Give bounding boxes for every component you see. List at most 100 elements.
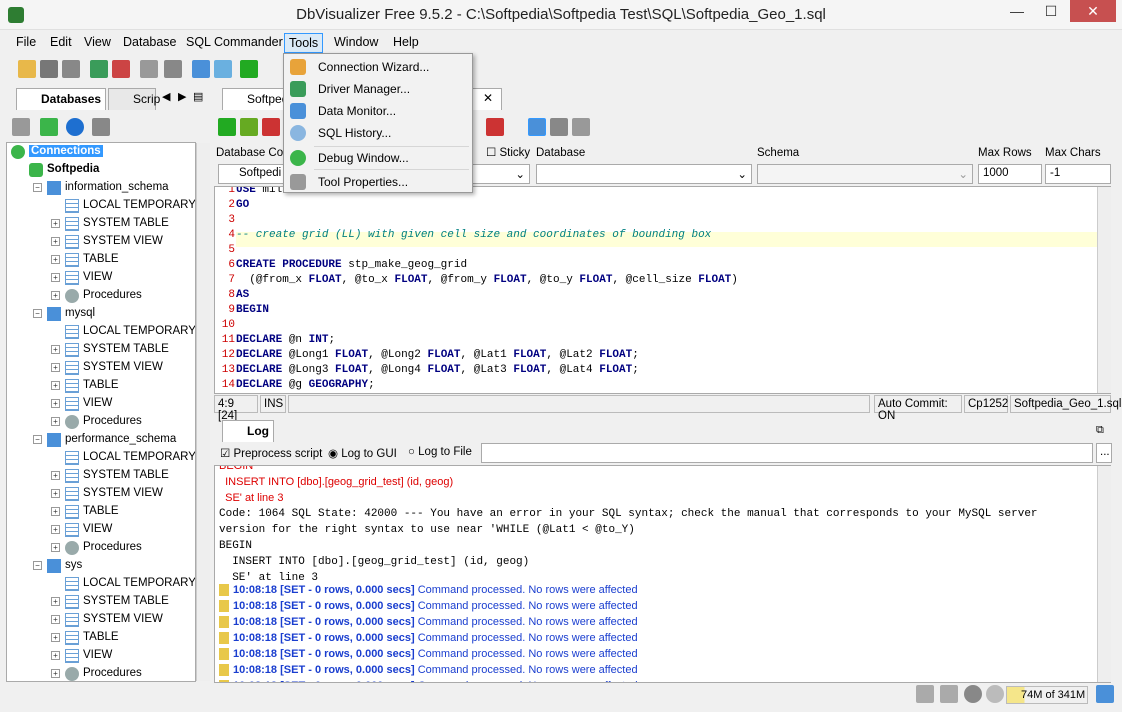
settings-icon[interactable] — [964, 685, 982, 703]
editor-scrollbar[interactable] — [1097, 187, 1111, 393]
log-line: BEGIN — [219, 540, 253, 552]
tab-scripts[interactable]: Scrip — [108, 88, 160, 110]
log-success-row: 10:08:18 [SET - 0 rows, 0.000 secs] Comm… — [219, 680, 638, 682]
add-connection-icon[interactable] — [40, 118, 58, 136]
expand-toggle-icon[interactable]: + — [51, 651, 60, 660]
execute-icon[interactable] — [218, 118, 236, 136]
log-to-gui-radio[interactable]: ◉ Log to GUI — [328, 446, 397, 460]
export-icon[interactable] — [486, 118, 504, 136]
execute-current-icon[interactable] — [240, 118, 258, 136]
tab-databases[interactable]: Databases — [16, 88, 106, 110]
expand-toggle-icon[interactable]: + — [51, 273, 60, 282]
sticky-checkbox[interactable]: ☐ Sticky — [486, 145, 530, 159]
line-number: 10 — [221, 319, 235, 331]
close-tab-icon[interactable]: ✕ — [483, 91, 493, 105]
navigate-icon[interactable] — [66, 118, 84, 136]
preprocess-checkbox[interactable]: ☑ Preprocess script — [220, 446, 322, 460]
open-icon[interactable] — [18, 60, 36, 78]
disconnect-icon[interactable] — [112, 60, 130, 78]
layout2-icon[interactable] — [550, 118, 568, 136]
close-button[interactable]: ✕ — [1070, 0, 1116, 22]
max-chars-input[interactable]: -1 — [1045, 164, 1111, 184]
filter-icon[interactable] — [92, 118, 110, 136]
db-icon — [47, 181, 61, 195]
run-icon[interactable] — [240, 60, 258, 78]
monitor-icon[interactable] — [214, 60, 232, 78]
layout-icon[interactable] — [528, 118, 546, 136]
tool-properties-item[interactable]: Tool Properties... — [284, 171, 472, 193]
menu-window[interactable]: Window — [334, 35, 378, 49]
save-icon[interactable] — [40, 60, 58, 78]
expand-toggle-icon[interactable]: + — [51, 507, 60, 516]
expand-toggle-icon[interactable]: − — [33, 183, 42, 192]
expand-toggle-icon[interactable]: + — [51, 489, 60, 498]
menu-tools[interactable]: Tools — [284, 33, 324, 53]
expand-toggle-icon[interactable]: + — [51, 345, 60, 354]
expand-toggle-icon[interactable]: + — [51, 381, 60, 390]
menu-help[interactable]: Help — [393, 35, 419, 49]
db-icon — [47, 559, 61, 573]
debug-window-item[interactable]: Debug Window... — [284, 147, 472, 169]
log-file-input[interactable] — [481, 443, 1093, 463]
save-as-icon[interactable] — [62, 60, 80, 78]
expand-toggle-icon[interactable]: + — [51, 363, 60, 372]
log-scrollbar[interactable] — [1097, 466, 1111, 682]
expand-toggle-icon[interactable]: + — [51, 399, 60, 408]
minimize-button[interactable]: — — [1002, 0, 1032, 22]
expand-toggle-icon[interactable]: + — [51, 543, 60, 552]
menu-edit[interactable]: Edit — [50, 35, 72, 49]
activity-icon[interactable] — [986, 685, 1004, 703]
expand-toggle-icon[interactable]: + — [51, 615, 60, 624]
sql-editor[interactable]: 1USE milano2GO34-- create grid (LL) with… — [214, 186, 1111, 394]
menu-view[interactable]: View — [84, 35, 111, 49]
expand-toggle-icon[interactable]: + — [51, 255, 60, 264]
expand-toggle-icon[interactable]: − — [33, 561, 42, 570]
log-entry-icon — [219, 632, 229, 645]
connection-wizard-icon — [290, 59, 306, 75]
tools-icon[interactable] — [164, 60, 182, 78]
tab-list-icon[interactable]: ▤ — [193, 90, 203, 103]
refresh-icon[interactable] — [12, 118, 30, 136]
expand-toggle-icon[interactable]: + — [51, 417, 60, 426]
auto-commit-status[interactable]: Auto Commit: ON — [874, 395, 962, 422]
expand-toggle-icon[interactable]: + — [51, 291, 60, 300]
menu-database[interactable]: Database — [123, 35, 177, 49]
tab-scroll-right-icon[interactable]: ▶ — [178, 90, 186, 103]
expand-toggle-icon[interactable]: − — [33, 309, 42, 318]
stop-exec-icon[interactable] — [262, 118, 280, 136]
layout3-icon[interactable] — [572, 118, 590, 136]
expand-toggle-icon[interactable]: + — [51, 237, 60, 246]
window-title: DbVisualizer Free 9.5.2 - C:\Softpedia\S… — [296, 6, 826, 23]
data-monitor-item[interactable]: Data Monitor... — [284, 100, 472, 122]
database-select[interactable]: ⌄ — [536, 164, 752, 184]
menu-sql-commander[interactable]: SQL Commander — [186, 35, 283, 49]
log-to-file-radio[interactable]: ○ Log to File — [408, 446, 472, 458]
trash-icon[interactable] — [1096, 685, 1114, 703]
browse-button[interactable]: ... — [1096, 443, 1112, 463]
expand-toggle-icon[interactable]: + — [51, 633, 60, 642]
grid-icon[interactable] — [192, 60, 210, 78]
stop-icon[interactable] — [140, 60, 158, 78]
sql-history-item[interactable]: SQL History... — [284, 122, 472, 144]
max-rows-input[interactable]: 1000 — [978, 164, 1042, 184]
maximize-button[interactable]: ☐ — [1036, 0, 1066, 22]
tab-scroll-left-icon[interactable]: ◀ — [162, 90, 170, 103]
expand-toggle-icon[interactable]: + — [51, 525, 60, 534]
database-tree[interactable]: Connections Softpedia − information_schema L… — [6, 142, 196, 682]
menu-file[interactable]: File — [16, 35, 36, 49]
tab-log[interactable]: Log — [222, 420, 274, 442]
expand-toggle-icon[interactable]: + — [51, 219, 60, 228]
expand-toggle-icon[interactable]: + — [51, 669, 60, 678]
layout-status-icon[interactable] — [916, 685, 934, 703]
tree-scrollbar[interactable] — [196, 143, 210, 681]
grid-status-icon[interactable] — [940, 685, 958, 703]
maximize-log-icon[interactable]: ⧉ — [1096, 424, 1104, 437]
log-output[interactable]: BEGIN INSERT INTO [dbo].[geog_grid_test]… — [214, 465, 1111, 683]
expand-toggle-icon[interactable]: − — [33, 435, 42, 444]
connection-wizard-item[interactable]: Connection Wizard... — [284, 56, 472, 78]
expand-toggle-icon[interactable]: + — [51, 471, 60, 480]
schema-select[interactable]: ⌄ — [757, 164, 973, 184]
driver-manager-item[interactable]: Driver Manager... — [284, 78, 472, 100]
connect-icon[interactable] — [90, 60, 108, 78]
expand-toggle-icon[interactable]: + — [51, 597, 60, 606]
